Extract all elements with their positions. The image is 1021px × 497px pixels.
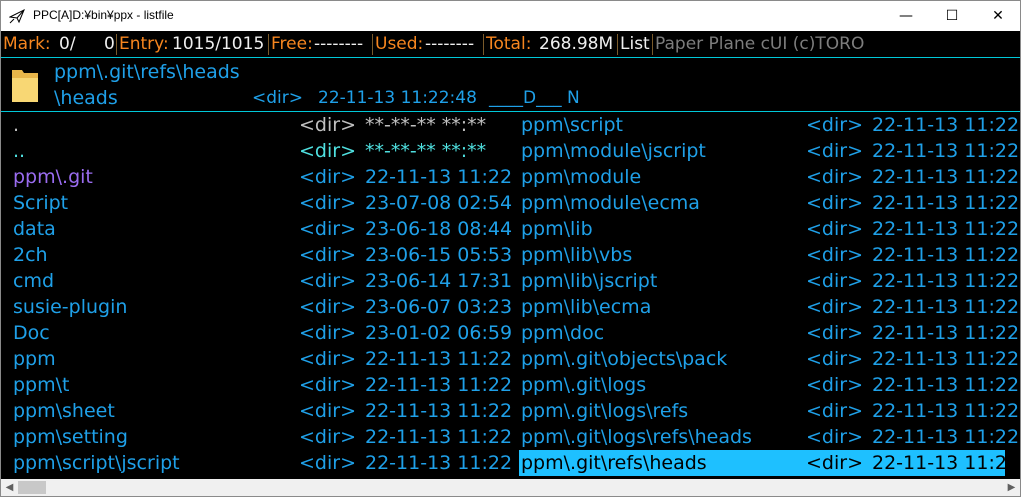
window-title: PPC[A]D:¥bin¥ppx - listfile <box>33 8 174 22</box>
entry-date: 22-11-13 11:22 <box>872 400 1020 422</box>
entry-dir: <dir> <box>806 374 863 396</box>
scroll-left-icon[interactable]: ◀ <box>1 479 18 496</box>
close-icon: ✕ <box>992 8 1004 24</box>
entry-name: ppm\.git\logs\refs <box>521 400 689 422</box>
entry-name: ppm\module <box>521 166 642 188</box>
list-item[interactable]: ppm\lib\jscript <dir> 22-11-13 11:22 <box>1 268 1020 294</box>
maximize-icon: ☐ <box>945 8 959 24</box>
entry-name: ppm\lib\ecma <box>521 296 652 318</box>
path-date: 22-11-13 11:22:48 <box>318 88 477 108</box>
entry-date: 22-11-13 11:22 <box>872 166 1020 188</box>
entry-date: 22-11-13 11:22 <box>872 114 1020 136</box>
maximize-button[interactable]: ☐ <box>929 1 975 31</box>
entry-name: ppm\lib <box>521 218 593 240</box>
path-full: ppm\.git\refs\heads <box>54 61 240 83</box>
horizontal-scrollbar[interactable]: ◀ ▶ <box>1 479 1020 496</box>
used-value: -------- <box>425 34 475 54</box>
file-list[interactable]: . <dir> **-**-** **:**.. <dir> **-**-** **:*… <box>1 112 1020 476</box>
list-item[interactable]: ppm\.git\objects\pack <dir> 22-11-13 11:22 <box>1 346 1020 372</box>
list-item[interactable]: ppm\lib\ecma <dir> 22-11-13 11:22 <box>1 294 1020 320</box>
entry-dir: <dir> <box>806 452 863 474</box>
entry-dir: <dir> <box>806 322 863 344</box>
entry-name: ppm\.git\logs\refs\heads <box>521 426 752 448</box>
entry-dir: <dir> <box>806 296 863 318</box>
entry-dir: <dir> <box>806 192 863 214</box>
minimize-button[interactable]: — <box>883 1 929 31</box>
list-item[interactable]: ppm\module\ecma <dir> 22-11-13 11:22 <box>1 190 1020 216</box>
list-item[interactable]: ppm\.git\logs <dir> 22-11-13 11:22 <box>1 372 1020 398</box>
status-divider <box>652 34 653 55</box>
list-item[interactable]: ppm\.git\logs\refs <dir> 22-11-13 11:22 <box>1 398 1020 424</box>
entry-date: 22-11-13 11:22 <box>872 322 1020 344</box>
paper-plane-icon <box>9 8 25 24</box>
entry-name: ppm\.git\refs\heads <box>521 452 707 474</box>
list-item[interactable]: ppm\script <dir> 22-11-13 11:22 <box>1 112 1020 138</box>
entry-date: 22-11-13 11:22 <box>872 140 1020 162</box>
path-attributes: ____D___ N <box>489 88 580 108</box>
entry-date: 22-11-13 11:22 <box>872 296 1020 318</box>
entry-name: ppm\module\jscript <box>521 140 706 162</box>
product-label: Paper Plane cUI (c)TORO <box>655 34 865 54</box>
mode-label: List <box>620 34 650 54</box>
entry-name: ppm\.git\objects\pack <box>521 348 728 370</box>
entry-name: ppm\script <box>521 114 623 136</box>
entry-dir: <dir> <box>806 166 863 188</box>
entry-date: 22-11-13 11:22 <box>872 218 1020 240</box>
list-item[interactable]: ppm\module <dir> 22-11-13 11:22 <box>1 164 1020 190</box>
entry-name: ppm\doc <box>521 322 605 344</box>
mark-value: 0/ <box>59 34 76 54</box>
folder-icon <box>12 70 38 102</box>
path-name: \heads <box>54 87 118 109</box>
entry-dir: <dir> <box>806 348 863 370</box>
status-divider <box>268 34 269 55</box>
entry-date: 22-11-13 11:22 <box>872 348 1020 370</box>
minimize-icon: — <box>899 8 913 24</box>
entry-dir: <dir> <box>806 400 863 422</box>
ppx-window: PPC[A]D:¥bin¥ppx - listfile — ☐ ✕ Mark: … <box>0 0 1021 497</box>
entry-date: 22-11-13 11:22 <box>872 426 1020 448</box>
status-divider <box>372 34 373 55</box>
mark-label: Mark: <box>3 34 51 54</box>
status-divider <box>116 34 117 55</box>
list-item[interactable]: ppm\doc <dir> 22-11-13 11:22 <box>1 320 1020 346</box>
entry-date: 22-11-13 11:22 <box>872 192 1020 214</box>
free-label: Free: <box>271 34 313 54</box>
status-divider <box>483 34 484 55</box>
entry-dir: <dir> <box>806 114 863 136</box>
free-value: -------- <box>314 34 364 54</box>
list-item[interactable]: ppm\.git\logs\refs\heads <dir> 22-11-13 11… <box>1 424 1020 450</box>
entry-name: ppm\.git\logs <box>521 374 647 396</box>
entry-date: 22-11-13 11:22 <box>872 244 1020 266</box>
entry-name: ppm\module\ecma <box>521 192 700 214</box>
path-dir: <dir> <box>252 88 303 108</box>
status-bar: Mark: 0/ 0 Entry: 1015/1015 Free: ------… <box>1 32 1020 57</box>
title-bar[interactable]: PPC[A]D:¥bin¥ppx - listfile — ☐ ✕ <box>1 1 1020 31</box>
status-divider <box>617 34 618 55</box>
entry-date: 22-11-13 11:22 <box>872 270 1020 292</box>
scrollbar-thumb[interactable] <box>18 481 46 494</box>
entry-date: 22-11-13 11:22 <box>872 374 1020 396</box>
entry-name: ppm\lib\vbs <box>521 244 633 266</box>
entry-dir: <dir> <box>806 218 863 240</box>
total-label: Total: <box>486 34 532 54</box>
list-item[interactable]: ppm\module\jscript <dir> 22-11-13 11:22 <box>1 138 1020 164</box>
entry-dir: <dir> <box>806 426 863 448</box>
list-item[interactable]: ppm\lib <dir> 22-11-13 11:22 <box>1 216 1020 242</box>
list-item[interactable]: ppm\lib\vbs <dir> 22-11-13 11:22 <box>1 242 1020 268</box>
list-item[interactable]: ppm\.git\refs\heads <dir> 22-11-13 11:22 <box>1 450 1020 476</box>
entry-dir: <dir> <box>806 140 863 162</box>
entry-label: Entry: <box>119 34 169 54</box>
close-button[interactable]: ✕ <box>975 1 1020 31</box>
entry-dir: <dir> <box>806 244 863 266</box>
mark-size: 0 <box>104 34 115 54</box>
total-value: 268.98M <box>539 34 614 54</box>
entry-value: 1015/1015 <box>172 34 265 54</box>
entry-date: 22-11-13 11:22 <box>872 452 1020 474</box>
entry-name: ppm\lib\jscript <box>521 270 658 292</box>
scroll-right-icon[interactable]: ▶ <box>1003 479 1020 496</box>
path-header: ppm\.git\refs\heads \heads <dir> 22-11-1… <box>1 57 1020 112</box>
used-label: Used: <box>375 34 424 54</box>
entry-dir: <dir> <box>806 270 863 292</box>
